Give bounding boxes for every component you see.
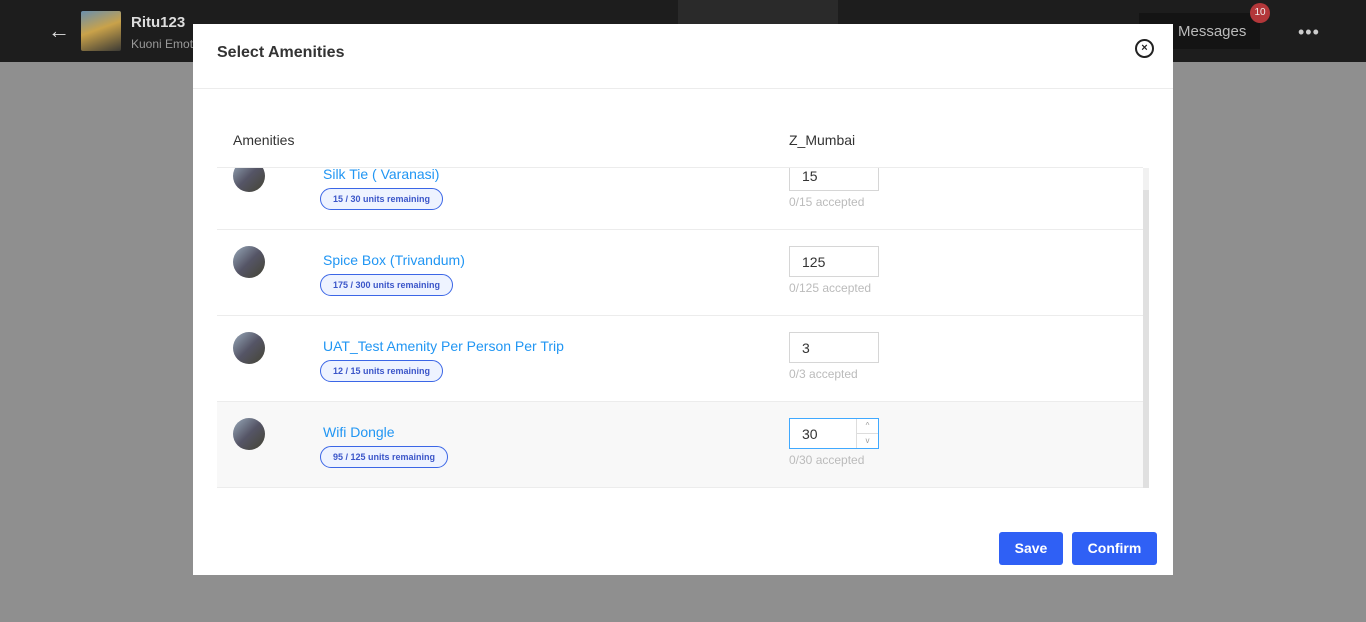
units-remaining-badge: 12 / 15 units remaining [320,360,444,382]
confirm-button[interactable]: Confirm [1072,532,1157,565]
table-row: UAT_Test Amenity Per Person Per Trip 12 … [217,316,1143,402]
quantity-value[interactable]: 30 [802,426,818,442]
table-row: Silk Tie ( Varanasi) 15 / 30 units remai… [217,168,1143,230]
column-header-location: Z_Mumbai [789,132,856,148]
divider [193,88,1173,89]
decrement-icon[interactable]: v [857,433,878,447]
quantity-input[interactable]: 3 [789,332,879,363]
user-subtitle: Kuoni Emoti [131,37,196,51]
increment-icon[interactable]: ^ [857,419,878,433]
accepted-count: 0/30 accepted [789,453,865,467]
column-header-amenities: Amenities [233,132,295,148]
stepper-controls: ^ v [856,419,878,448]
close-icon[interactable]: × [1135,39,1154,58]
accepted-count: 0/3 accepted [789,367,858,381]
select-amenities-modal: Select Amenities × Amenities Z_Mumbai Si… [193,24,1173,575]
amenity-name[interactable]: Silk Tie ( Varanasi) [323,168,439,182]
units-remaining-badge: 95 / 125 units remaining [320,446,449,468]
quantity-input[interactable]: 125 [789,246,879,277]
units-remaining-badge: 15 / 30 units remaining [320,188,444,210]
units-remaining-badge: 175 / 300 units remaining [320,274,454,296]
amenity-image [233,168,265,192]
user-name: Ritu123 [131,14,186,31]
amenity-name[interactable]: UAT_Test Amenity Per Person Per Trip [323,338,564,354]
more-options-icon[interactable]: ••• [1298,22,1320,43]
amenity-name[interactable]: Wifi Dongle [323,424,395,440]
table-header: Amenities Z_Mumbai [217,112,1143,168]
quantity-stepper[interactable]: 30 ^ v [789,418,879,449]
amenity-image [233,332,265,364]
amenity-name[interactable]: Spice Box (Trivandum) [323,252,465,268]
save-button[interactable]: Save [999,532,1063,565]
table-row: Spice Box (Trivandum) 175 / 300 units re… [217,230,1143,316]
messages-count-badge: 10 [1250,3,1270,23]
amenity-image [233,246,265,278]
accepted-count: 0/125 accepted [789,281,872,295]
accepted-count: 0/15 accepted [789,195,865,209]
scrollbar-thumb[interactable] [1143,190,1149,488]
back-arrow-icon[interactable]: ← [48,18,70,44]
modal-title: Select Amenities [217,44,345,61]
amenities-list: Silk Tie ( Varanasi) 15 / 30 units remai… [217,168,1143,488]
quantity-input[interactable]: 15 [789,168,879,191]
table-row: Wifi Dongle 95 / 125 units remaining 30 … [217,402,1143,488]
user-avatar [81,11,121,51]
messages-label: Messages [1178,23,1247,40]
amenity-image [233,418,265,450]
